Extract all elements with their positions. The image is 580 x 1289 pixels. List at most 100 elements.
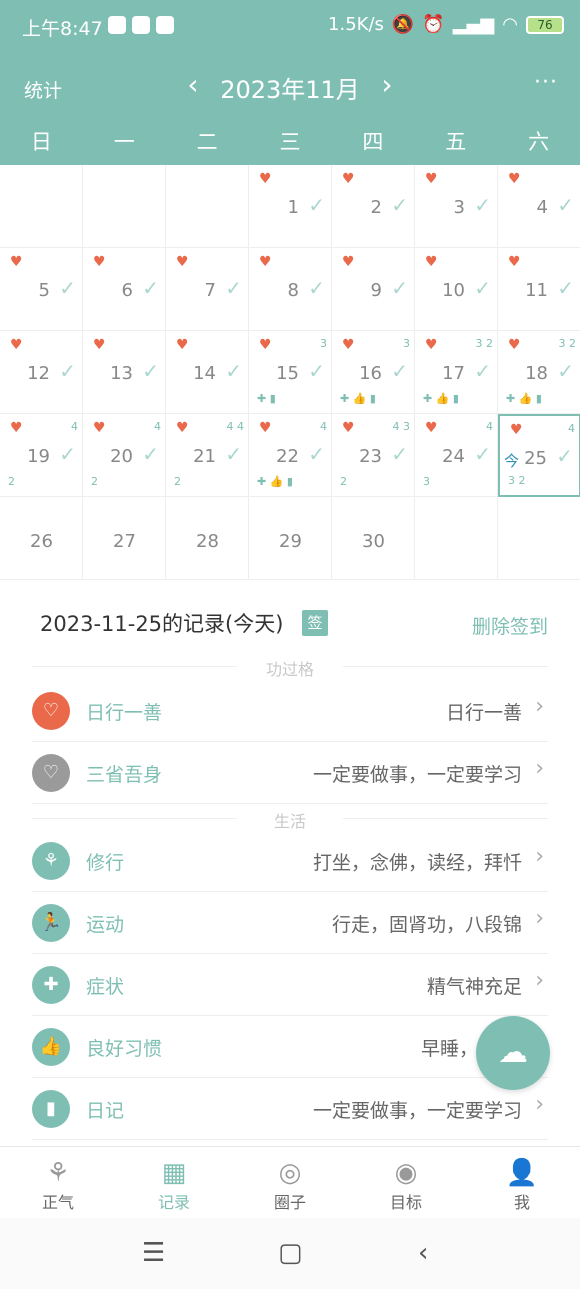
calendar-day[interactable]: ♥ 8 ✓ (249, 248, 332, 331)
calendar-day[interactable]: ♥ 3 15 ✓ ✚ ▮ (249, 331, 332, 414)
practice-badge: 4 4 (226, 420, 245, 433)
calendar-day[interactable]: ♥ 12 ✓ (0, 331, 83, 414)
calendar-day[interactable]: 30 (332, 497, 415, 580)
calendar-day[interactable]: ♥ 14 ✓ (166, 331, 249, 414)
check-icon: ✓ (142, 442, 159, 466)
tab-record[interactable]: ▦ 记录 (116, 1147, 232, 1218)
month-title: 2023年11月 (220, 76, 360, 104)
day-number: 11 (525, 280, 548, 301)
record-row-practice[interactable]: ⚘ 修行 打坐，念佛，读经，拜忏 › (32, 830, 548, 892)
day-number: 15 (276, 363, 299, 384)
calendar-day[interactable]: ♥ 9 ✓ (332, 248, 415, 331)
calendar-day[interactable]: ♥ 11 ✓ (498, 248, 580, 331)
calendar-empty-cell (166, 165, 249, 248)
more-menu-button[interactable]: ··· (534, 70, 558, 95)
practice-badge: 4 (568, 422, 575, 435)
row-label: 修行 (86, 852, 125, 874)
calendar-header: 统计 ‹ 2023年11月 › ··· (0, 60, 580, 112)
chevron-right-icon: › (535, 906, 544, 931)
calendar-day[interactable]: ♥ 13 ✓ (83, 331, 166, 414)
calendar-day[interactable]: ♥ 4 19 ✓ 2 (0, 414, 83, 497)
heart-icon: ♥ (425, 337, 438, 353)
tab-zhengqi[interactable]: ⚘ 正气 (0, 1147, 116, 1218)
calendar-day-today[interactable]: ♥ 4 今 25 ✓ 3 2 (498, 414, 580, 497)
calendar-day[interactable]: ♥ 1 ✓ (249, 165, 332, 248)
day-number: 28 (196, 531, 219, 552)
heart-icon: ♥ (508, 254, 521, 270)
calendar-day[interactable]: ♥ 7 ✓ (166, 248, 249, 331)
calendar-day[interactable]: ♥ 4 24 ✓ 3 (415, 414, 498, 497)
tab-circle[interactable]: ◎ 圈子 (232, 1147, 348, 1218)
calendar-day[interactable]: ♥ 3 16 ✓ ✚ 👍 ▮ (332, 331, 415, 414)
day-number: 5 (38, 280, 50, 301)
row-value: 一定要做事，一定要学习 (312, 764, 522, 786)
delete-checkin-button[interactable]: 删除签到 (472, 612, 548, 639)
heart-icon: ♥ (342, 337, 355, 353)
day-number: 13 (110, 363, 133, 384)
weekday-label: 三 (279, 130, 301, 154)
tab-me[interactable]: 👤 我 (464, 1147, 580, 1218)
weekday-label: 二 (196, 130, 218, 154)
habit-badge: 2 (8, 475, 15, 488)
calendar-day[interactable]: ♥ 3 ✓ (415, 165, 498, 248)
row-value: 一定要做事，一定要学习 (312, 1100, 522, 1122)
calendar-day[interactable]: ♥ 6 ✓ (83, 248, 166, 331)
row-label: 症状 (86, 976, 125, 998)
row-label: 日行一善 (86, 702, 163, 724)
calendar-day[interactable]: 26 (0, 497, 83, 580)
practice-badge: 3 2 (475, 337, 494, 350)
running-icon: 🏃 (32, 904, 70, 942)
chevron-right-icon: › (535, 844, 544, 869)
calendar-empty-cell (83, 165, 166, 248)
calendar-day[interactable]: ♥ 4 3 23 ✓ 2 (332, 414, 415, 497)
calendar-day[interactable]: ♥ 5 ✓ (0, 248, 83, 331)
check-icon: ✓ (474, 442, 491, 466)
back-icon[interactable]: ‹ (418, 1238, 428, 1268)
tab-goal[interactable]: ◉ 目标 (348, 1147, 464, 1218)
check-icon: ✓ (557, 276, 574, 300)
calendar-day[interactable]: ♥ 3 2 17 ✓ ✚ 👍 ▮ (415, 331, 498, 414)
stats-button[interactable]: 统计 (24, 76, 62, 103)
calendar-day[interactable]: 27 (83, 497, 166, 580)
day-number: 8 (287, 280, 299, 301)
symptom-badge: ✚ 👍 ▮ (340, 392, 376, 405)
day-number: 21 (193, 446, 216, 467)
calendar-day[interactable]: 28 (166, 497, 249, 580)
record-row-diary[interactable]: ▮ 日记 一定要做事，一定要学习 › (32, 1078, 548, 1140)
record-row-symptom[interactable]: ✚ 症状 精气神充足 › (32, 954, 548, 1016)
circle-icon: ◎ (278, 1158, 302, 1188)
heart-icon: ♥ (342, 171, 355, 187)
heart-icon: ♥ (510, 422, 523, 438)
tab-label: 目标 (389, 1193, 422, 1212)
record-row-habit[interactable]: 👍 良好习惯 早睡， (32, 1016, 548, 1078)
calendar-day[interactable]: 29 (249, 497, 332, 580)
calendar-day[interactable]: ♥ 4 22 ✓ ✚ 👍 ▮ (249, 414, 332, 497)
prev-month-button[interactable]: ‹ (178, 68, 208, 101)
heart-icon: ♥ (425, 171, 438, 187)
next-month-button[interactable]: › (372, 68, 402, 101)
record-row-exercise[interactable]: 🏃 运动 行走，固肾功，八段锦 › (32, 892, 548, 954)
mute-icon: 🔕 (391, 14, 415, 35)
calendar-day[interactable]: ♥ 3 2 18 ✓ ✚ 👍 ▮ (498, 331, 580, 414)
check-icon: ✓ (308, 276, 325, 300)
symptom-badge: ✚ 👍 ▮ (257, 475, 293, 488)
calendar-day[interactable]: ♥ 10 ✓ (415, 248, 498, 331)
target-icon: ◉ (394, 1158, 418, 1188)
home-icon[interactable]: ▢ (278, 1238, 303, 1268)
calendar-day[interactable]: ♥ 4 4 21 ✓ 2 (166, 414, 249, 497)
heart-icon: ♥ (10, 254, 23, 270)
heart-icon: ♥ (425, 254, 438, 270)
calendar-day[interactable]: ♥ 4 ✓ (498, 165, 580, 248)
alarm-icon: ⏰ (422, 14, 445, 35)
menu-icon[interactable]: ☰ (142, 1238, 165, 1268)
check-icon: ✓ (557, 193, 574, 217)
heart-icon: ♥ (259, 171, 272, 187)
cloud-sync-button[interactable]: ☁ (476, 1016, 550, 1090)
divider (343, 818, 548, 819)
record-row-reflection[interactable]: ♡ 三省吾身 一定要做事，一定要学习 › (32, 742, 548, 804)
calendar-day[interactable]: ♥ 2 ✓ (332, 165, 415, 248)
heart-icon: ♥ (259, 420, 272, 436)
check-icon: ✓ (225, 276, 242, 300)
record-row-good-deed[interactable]: ♡ 日行一善 日行一善 › (32, 680, 548, 742)
calendar-day[interactable]: ♥ 4 20 ✓ 2 (83, 414, 166, 497)
